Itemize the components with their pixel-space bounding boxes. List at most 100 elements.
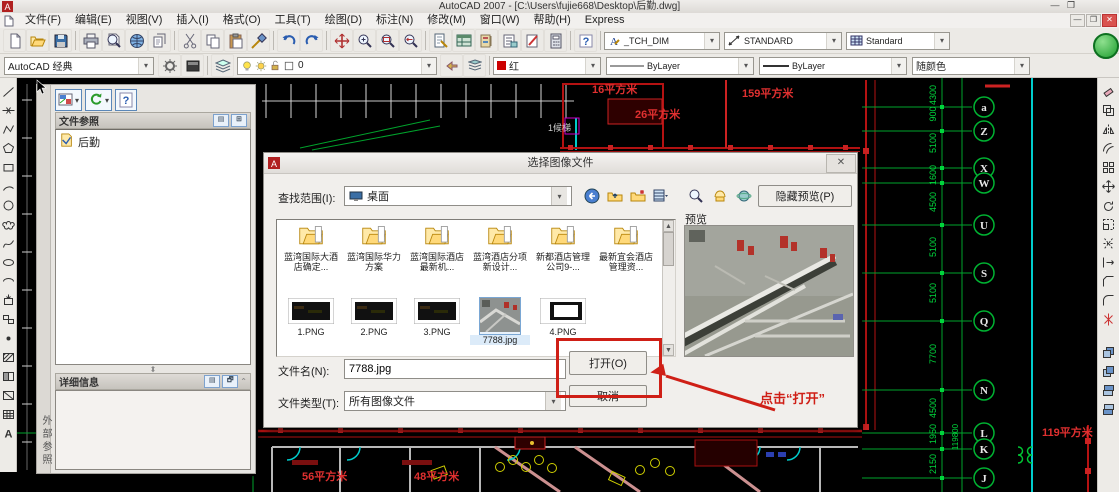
- match-properties-icon[interactable]: [247, 29, 270, 52]
- file-type-combo[interactable]: 所有图像文件 ▾: [344, 391, 566, 411]
- menu-视图(V)[interactable]: 视图(V): [119, 14, 170, 26]
- fillet-icon[interactable]: [1101, 291, 1117, 310]
- chevron-down-icon[interactable]: ▾: [704, 32, 719, 49]
- chevron-down-icon[interactable]: ▾: [934, 32, 949, 49]
- chevron-down-icon[interactable]: ▾: [891, 57, 906, 74]
- chevron-down-icon[interactable]: ▾: [826, 32, 841, 49]
- chevron-down-icon[interactable]: ▾: [105, 96, 109, 105]
- menu-插入(I)[interactable]: 插入(I): [169, 14, 215, 26]
- redo-icon[interactable]: [300, 29, 323, 52]
- help-icon[interactable]: ?: [574, 29, 597, 52]
- menu-窗口(W)[interactable]: 窗口(W): [473, 14, 527, 26]
- tool-palettes-icon[interactable]: [475, 29, 498, 52]
- minimize-button[interactable]: —: [1047, 0, 1063, 11]
- zoom-window-icon[interactable]: [376, 29, 399, 52]
- maximize-button[interactable]: ❐: [1063, 0, 1079, 11]
- chevron-down-icon[interactable]: ▾: [421, 57, 436, 74]
- menu-Express[interactable]: Express: [578, 14, 632, 26]
- region-icon[interactable]: [0, 386, 16, 405]
- folder-item[interactable]: 蓝湾酒店分项新设计...: [470, 223, 530, 272]
- explode-icon[interactable]: [1101, 310, 1117, 329]
- layer-color-icon[interactable]: [283, 60, 295, 72]
- dim-style-combo[interactable]: STANDARD ▾: [724, 31, 842, 50]
- plot-preview-icon[interactable]: [102, 29, 125, 52]
- draw-order-below-icon[interactable]: [1101, 400, 1117, 419]
- table-icon[interactable]: [0, 405, 16, 424]
- array-icon[interactable]: [1101, 158, 1117, 177]
- hide-preview-button[interactable]: 隐藏预览(P): [758, 185, 852, 207]
- layer-control-combo[interactable]: 0 ▾: [237, 56, 437, 75]
- publish-icon[interactable]: [148, 29, 171, 52]
- menu-编辑(E)[interactable]: 编辑(E): [68, 14, 119, 26]
- properties-icon[interactable]: [429, 29, 452, 52]
- designcenter-icon[interactable]: [452, 29, 475, 52]
- file-item-7788.jpg[interactable]: 7788.jpg: [470, 297, 530, 345]
- spline-icon[interactable]: [0, 234, 16, 253]
- menu-绘图(D)[interactable]: 绘图(D): [318, 14, 369, 26]
- rectangle-icon[interactable]: [0, 158, 16, 177]
- draw-order-back-icon[interactable]: [1101, 362, 1117, 381]
- list-view-button[interactable]: ▤: [213, 114, 229, 127]
- workspace-settings-button[interactable]: [158, 54, 181, 77]
- point-icon[interactable]: [0, 329, 16, 348]
- polygon-icon[interactable]: [0, 139, 16, 158]
- my-workspace-button[interactable]: [181, 54, 204, 77]
- file-name-input[interactable]: [344, 359, 566, 379]
- layer-properties-button[interactable]: [211, 54, 234, 77]
- offset-icon[interactable]: [1101, 139, 1117, 158]
- circle-icon[interactable]: [0, 196, 16, 215]
- chamfer-icon[interactable]: [1101, 272, 1117, 291]
- up-folder-icon[interactable]: [605, 186, 625, 206]
- folder-item[interactable]: 蓝湾国际大酒店确定...: [281, 223, 341, 272]
- folder-item[interactable]: 蓝湾国际酒店最新机...: [407, 223, 467, 272]
- layer-previous-button[interactable]: [440, 54, 463, 77]
- linetype-combo[interactable]: ByLayer ▾: [606, 56, 754, 75]
- rotate-icon[interactable]: [1101, 196, 1117, 215]
- pan-icon[interactable]: [330, 29, 353, 52]
- insert-block-icon[interactable]: [0, 291, 16, 310]
- refresh-button[interactable]: ▾: [85, 89, 113, 111]
- multiline-text-icon[interactable]: A: [0, 424, 16, 443]
- xref-item-后勤[interactable]: 后勤: [58, 132, 248, 151]
- doc-restore-button[interactable]: ❐: [1086, 14, 1101, 27]
- workspace-combo[interactable]: AutoCAD 经典 ▾: [4, 56, 154, 75]
- menu-标注(N)[interactable]: 标注(N): [369, 14, 420, 26]
- lock-open-icon[interactable]: [269, 60, 281, 72]
- publish-web-icon[interactable]: [125, 29, 148, 52]
- revision-cloud-icon[interactable]: [0, 215, 16, 234]
- file-references-list[interactable]: 后勤: [55, 129, 251, 365]
- menu-工具(T)[interactable]: 工具(T): [268, 14, 318, 26]
- attach-dwg-button[interactable]: ▾: [55, 89, 83, 111]
- copy-object-icon[interactable]: [1101, 101, 1117, 120]
- chevron-down-icon[interactable]: ▾: [138, 57, 153, 74]
- palette-splitter[interactable]: ⬍: [55, 365, 251, 374]
- palette-help-button[interactable]: ?: [115, 89, 138, 111]
- make-block-icon[interactable]: [0, 310, 16, 329]
- ellipse-icon[interactable]: [0, 253, 16, 272]
- line-icon[interactable]: [0, 82, 16, 101]
- zoom-previous-icon[interactable]: [399, 29, 422, 52]
- file-browser-list[interactable]: 蓝湾国际大酒店确定... 蓝湾国际华力方案 蓝湾国际酒店最新机... 蓝湾酒店分项新设…: [276, 219, 676, 357]
- draw-order-above-icon[interactable]: [1101, 381, 1117, 400]
- menu-格式(O)[interactable]: 格式(O): [216, 14, 268, 26]
- table-style-combo[interactable]: Standard ▾: [846, 31, 950, 50]
- file-item-2.PNG[interactable]: 2.PNG: [344, 297, 404, 337]
- undo-icon[interactable]: [277, 29, 300, 52]
- scale-icon[interactable]: [1101, 215, 1117, 234]
- file-item-1.PNG[interactable]: 1.PNG: [281, 297, 341, 337]
- chevron-down-icon[interactable]: ▾: [585, 57, 600, 74]
- tree-view-button[interactable]: ⊞: [231, 114, 247, 127]
- open-file-icon[interactable]: [26, 29, 49, 52]
- folder-item[interactable]: 新都酒店管理公司9-...: [533, 223, 593, 272]
- trim-icon[interactable]: [1101, 234, 1117, 253]
- draw-order-front-icon[interactable]: [1101, 343, 1117, 362]
- erase-icon[interactable]: [1101, 82, 1117, 101]
- menu-文件(F)[interactable]: 文件(F): [18, 14, 68, 26]
- preview-orbit-icon[interactable]: [734, 186, 754, 206]
- menu-帮助(H)[interactable]: 帮助(H): [527, 14, 578, 26]
- ellipse-arc-icon[interactable]: [0, 272, 16, 291]
- plot-icon[interactable]: [79, 29, 102, 52]
- new-folder-icon[interactable]: [628, 186, 648, 206]
- list-scrollbar[interactable]: ▲ ▼: [662, 220, 675, 356]
- preview-pan-icon[interactable]: [710, 186, 730, 206]
